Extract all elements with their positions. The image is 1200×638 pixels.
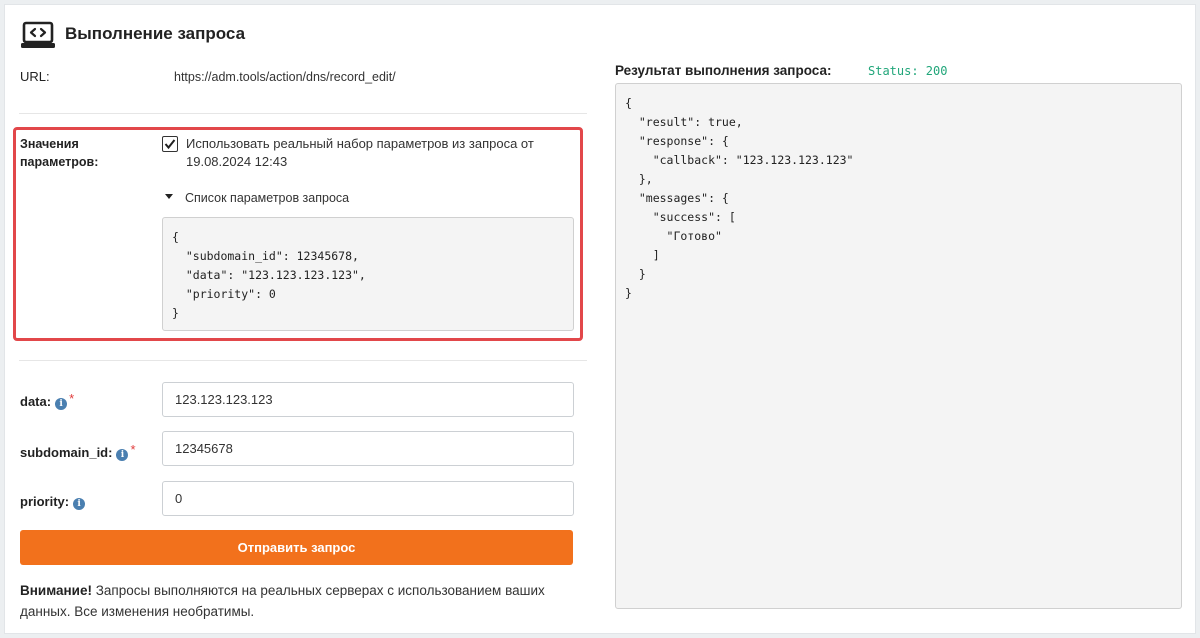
caret-down-icon[interactable] bbox=[165, 194, 173, 199]
priority-field-label: priority: i bbox=[20, 490, 87, 511]
divider bbox=[19, 360, 587, 361]
params-label: Значения параметров: bbox=[20, 137, 99, 169]
url-label: URL: bbox=[20, 69, 50, 84]
result-label: Результат выполнения запроса: bbox=[615, 63, 832, 78]
data-field-label: data: i * bbox=[20, 391, 75, 410]
data-input[interactable] bbox=[162, 382, 574, 417]
warning-text: Внимание! Запросы выполняются на реальны… bbox=[20, 583, 545, 619]
request-panel: Выполнение запроса URL: https://adm.tool… bbox=[4, 4, 1196, 634]
priority-input[interactable] bbox=[162, 481, 574, 516]
params-json-box: { "subdomain_id": 12345678, "data": "123… bbox=[162, 217, 574, 331]
status-badge: Status: 200 bbox=[868, 64, 948, 78]
laptop-code-icon bbox=[21, 21, 55, 48]
subdomain-id-input[interactable] bbox=[162, 431, 574, 466]
params-list-toggle[interactable]: Список параметров запроса bbox=[185, 189, 349, 207]
info-icon[interactable]: i bbox=[55, 398, 68, 410]
url-value: https://adm.tools/action/dns/record_edit… bbox=[174, 70, 396, 84]
page-title: Выполнение запроса bbox=[65, 24, 246, 43]
divider bbox=[19, 113, 587, 114]
subdomain-id-field-label: subdomain_id: i * bbox=[20, 442, 136, 461]
use-real-params-checkbox[interactable] bbox=[162, 136, 178, 152]
info-icon[interactable]: i bbox=[116, 449, 129, 461]
info-icon[interactable]: i bbox=[73, 498, 86, 510]
check-icon bbox=[164, 139, 176, 150]
submit-request-button[interactable]: Отправить запрос bbox=[20, 530, 573, 565]
use-real-params-label[interactable]: Использовать реальный набор параметров и… bbox=[186, 135, 534, 171]
result-json-box: { "result": true, "response": { "callbac… bbox=[615, 83, 1182, 609]
